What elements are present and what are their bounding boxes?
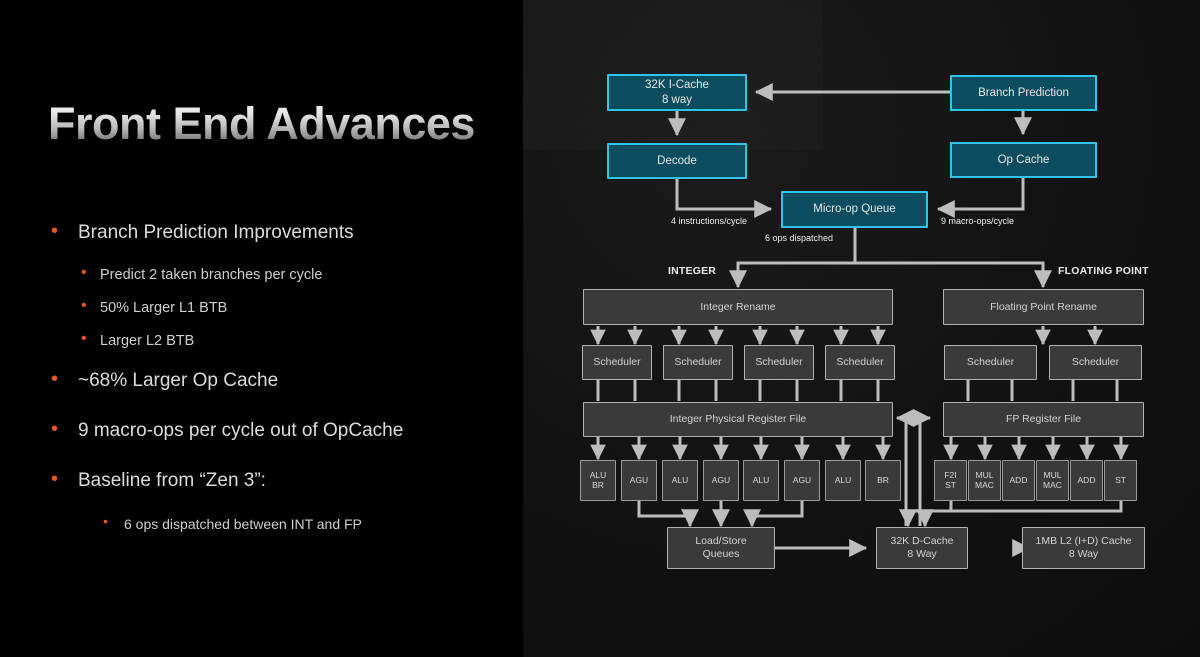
exec-unit-alu-br[interactable]: ALU BR xyxy=(580,460,616,501)
block-label: FP Register File xyxy=(1005,413,1082,426)
block-fp-register-file[interactable]: FP Register File xyxy=(943,402,1144,437)
block-integer-physical-register-file[interactable]: Integer Physical Register File xyxy=(583,402,893,437)
block-label: Branch Prediction xyxy=(978,86,1069,99)
exec-unit-agu-1[interactable]: AGU xyxy=(621,460,657,501)
block-label: Scheduler xyxy=(755,356,803,369)
unit-label-line1: BR xyxy=(877,474,889,485)
block-label-line2: 8 way xyxy=(661,93,693,106)
block-label-line1: 32K D-Cache xyxy=(890,535,954,548)
block-micro-op-queue[interactable]: Micro-op Queue xyxy=(781,191,928,228)
exec-unit-add-1[interactable]: ADD xyxy=(1002,460,1035,501)
unit-label-line1: ST xyxy=(1115,474,1126,485)
block-label-line2: Queues xyxy=(702,548,740,560)
exec-unit-mul-mac-1[interactable]: MUL MAC xyxy=(968,460,1001,501)
block-label-line1: Load/Store xyxy=(695,535,747,548)
unit-label-line1: AGU xyxy=(629,474,649,485)
section-label-floating-point: FLOATING POINT xyxy=(1058,265,1149,277)
exec-unit-st[interactable]: ST xyxy=(1104,460,1137,501)
section-label-integer: INTEGER xyxy=(668,265,717,277)
block-label-line1: 32K I-Cache xyxy=(645,79,709,92)
block-label: Scheduler xyxy=(674,356,722,369)
block-label: Scheduler xyxy=(836,356,884,369)
unit-label-line1: ALU xyxy=(834,474,852,485)
edge-label-decode-rate: 4 instructions/cycle xyxy=(671,216,748,226)
block-32k-dcache[interactable]: 32K D-Cache 8 Way xyxy=(876,527,968,569)
block-integer-scheduler-1[interactable]: Scheduler xyxy=(582,345,652,380)
exec-unit-agu-3[interactable]: AGU xyxy=(784,460,820,501)
slide-root: Front End Advances Branch Prediction Imp… xyxy=(0,0,1200,657)
block-label: Op Cache xyxy=(997,153,1050,166)
edge-label-opcache-rate: 9 macro-ops/cycle xyxy=(941,216,1015,226)
block-fp-scheduler-1[interactable]: Scheduler xyxy=(944,345,1037,380)
unit-label-line1: AGU xyxy=(711,474,731,485)
exec-unit-agu-2[interactable]: AGU xyxy=(703,460,739,501)
block-integer-scheduler-3[interactable]: Scheduler xyxy=(744,345,814,380)
zen4-block-diagram: 32K I-Cache 8 way Decode Branch Predicti… xyxy=(0,0,1200,657)
block-label: Scheduler xyxy=(1071,356,1120,369)
block-integer-rename[interactable]: Integer Rename xyxy=(583,289,893,325)
block-branch-prediction[interactable]: Branch Prediction xyxy=(950,75,1097,111)
block-fp-scheduler-2[interactable]: Scheduler xyxy=(1049,345,1142,380)
block-1mb-l2-cache[interactable]: 1MB L2 (I+D) Cache 8 Way xyxy=(1022,527,1145,569)
block-label: Integer Physical Register File xyxy=(669,413,807,426)
block-floating-point-rename[interactable]: Floating Point Rename xyxy=(943,289,1144,325)
block-label-line1: 1MB L2 (I+D) Cache xyxy=(1035,535,1132,548)
block-label: Scheduler xyxy=(966,356,1015,369)
exec-unit-add-2[interactable]: ADD xyxy=(1070,460,1103,501)
exec-unit-alu-3[interactable]: ALU xyxy=(743,460,779,501)
block-decode[interactable]: Decode xyxy=(607,143,747,179)
edge-label-dispatch-rate: 6 ops dispatched xyxy=(765,233,834,243)
block-label: Scheduler xyxy=(593,356,641,369)
block-label: Decode xyxy=(657,154,697,167)
unit-label-line1: ALU xyxy=(671,474,689,485)
unit-label-line2: MAC xyxy=(975,479,994,490)
block-label: Floating Point Rename xyxy=(990,300,1097,313)
unit-label-line2: BR xyxy=(592,479,604,490)
unit-label-line2: MAC xyxy=(1043,479,1062,490)
block-label: Micro-op Queue xyxy=(813,203,896,216)
unit-label-line1: ADD xyxy=(1009,474,1028,485)
unit-label-line1: ALU xyxy=(752,474,770,485)
block-integer-scheduler-2[interactable]: Scheduler xyxy=(663,345,733,380)
exec-unit-alu-2[interactable]: ALU xyxy=(662,460,698,501)
block-load-store-queues[interactable]: Load/Store Queues xyxy=(667,527,775,569)
exec-unit-mul-mac-2[interactable]: MUL MAC xyxy=(1036,460,1069,501)
unit-label-line1: ADD xyxy=(1077,474,1096,485)
block-label: Integer Rename xyxy=(700,300,776,313)
unit-label-line1: AGU xyxy=(792,474,812,485)
exec-unit-alu-4[interactable]: ALU xyxy=(825,460,861,501)
block-integer-scheduler-4[interactable]: Scheduler xyxy=(825,345,895,380)
exec-unit-f2i-st[interactable]: F2I ST xyxy=(934,460,967,501)
block-op-cache[interactable]: Op Cache xyxy=(950,142,1097,178)
unit-label-line2: ST xyxy=(945,479,956,490)
block-label-line2: 8 Way xyxy=(907,548,937,560)
block-32k-icache[interactable]: 32K I-Cache 8 way xyxy=(607,74,747,111)
exec-unit-br[interactable]: BR xyxy=(865,460,901,501)
block-label-line2: 8 Way xyxy=(1068,548,1099,560)
